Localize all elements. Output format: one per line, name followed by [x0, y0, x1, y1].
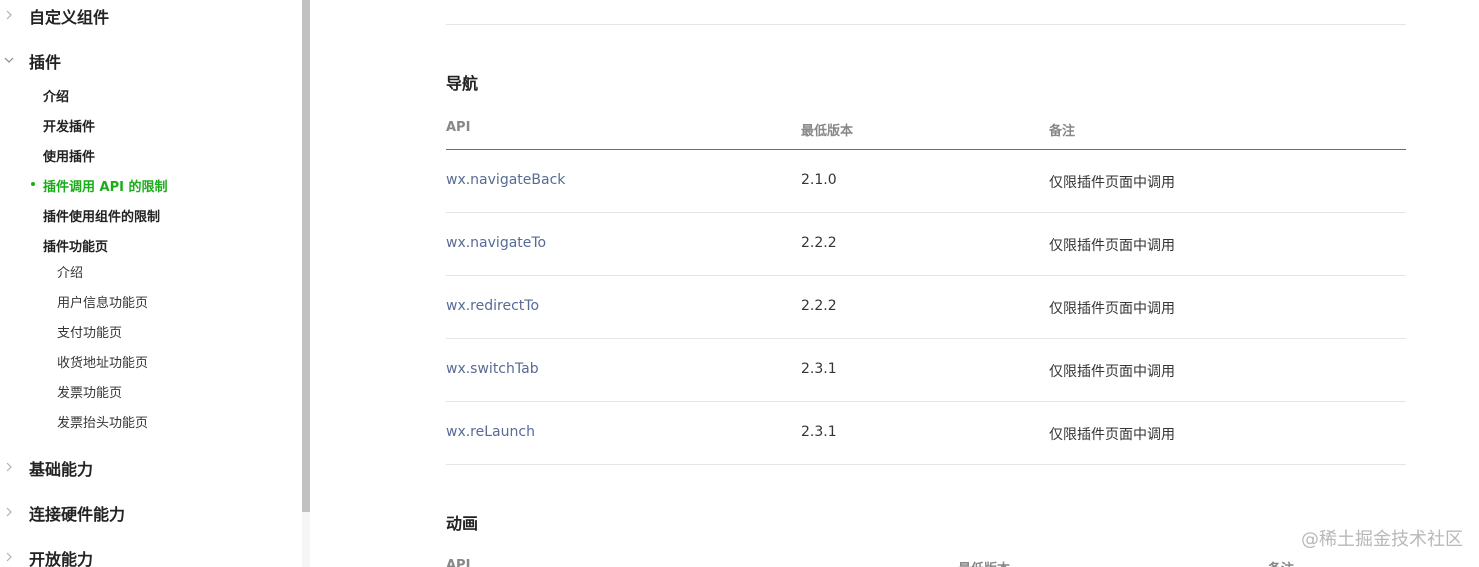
sidebar-item-component-limits[interactable]: 插件使用组件的限制: [43, 206, 160, 225]
sidebar-subitem-payment-page[interactable]: 支付功能页: [57, 322, 122, 341]
chevron-right-icon: [6, 507, 12, 517]
sidebar-subitem-invoice-title-page[interactable]: 发票抬头功能页: [57, 412, 148, 431]
table-cell-note: 仅限插件页面中调用: [1049, 175, 1175, 191]
table-cell-note: 仅限插件页面中调用: [1049, 364, 1175, 380]
active-indicator-dot: [31, 182, 35, 186]
table-cell-version: 2.2.2: [801, 235, 837, 251]
table-header-note: 备注: [1268, 558, 1294, 567]
sidebar-subitem-invoice-page[interactable]: 发票功能页: [57, 382, 122, 401]
sidebar-scrollbar-thumb[interactable]: [302, 0, 310, 512]
sidebar-item-intro[interactable]: 介绍: [43, 86, 69, 105]
sidebar-item-feature-pages[interactable]: 插件功能页: [43, 236, 108, 255]
sidebar-subitem-address-page[interactable]: 收货地址功能页: [57, 352, 148, 371]
watermark: @稀土掘金技术社区: [1301, 529, 1463, 550]
table-cell-api[interactable]: wx.switchTab: [446, 361, 539, 377]
table-row-divider: [446, 275, 1406, 276]
sidebar-scrollbar-track[interactable]: [302, 512, 310, 567]
chevron-down-icon: [4, 57, 14, 63]
table-header-note: 备注: [1049, 124, 1076, 139]
table-cell-note: 仅限插件页面中调用: [1049, 238, 1175, 254]
table-header-api: API: [446, 558, 471, 567]
table-row-divider: [446, 401, 1406, 402]
table-cell-api[interactable]: wx.reLaunch: [446, 424, 535, 440]
divider: [446, 24, 1406, 25]
main-content: 导航 API 最低版本 备注 wx.navigateBack 2.1.0 仅限插…: [310, 0, 1479, 567]
table-cell-api[interactable]: wx.navigateBack: [446, 172, 565, 188]
table-cell-version: 2.2.2: [801, 298, 837, 314]
table-header-divider: [446, 149, 1406, 150]
table-row-divider: [446, 464, 1406, 465]
chevron-right-icon: [6, 462, 12, 472]
sidebar: 自定义组件 插件 介绍 开发插件 使用插件 插件调用 API 的限制 插件使用组…: [0, 0, 302, 567]
table-header-version: 最低版本: [958, 558, 1010, 567]
chevron-right-icon: [6, 552, 12, 562]
sidebar-group-label: 基础能力: [29, 460, 94, 479]
table-cell-note: 仅限插件页面中调用: [1049, 427, 1175, 443]
sidebar-item-develop-plugin[interactable]: 开发插件: [43, 116, 95, 135]
sidebar-group-label: 连接硬件能力: [29, 505, 126, 524]
chevron-right-icon: [6, 10, 12, 20]
table-header-api: API: [446, 120, 471, 135]
section-title-animation: 动画: [446, 514, 479, 533]
table-cell-note: 仅限插件页面中调用: [1049, 301, 1175, 317]
table-cell-version: 2.1.0: [801, 172, 837, 188]
sidebar-group-label: 插件: [29, 53, 62, 72]
table-cell-version: 2.3.1: [801, 361, 837, 377]
sidebar-group-label: 自定义组件: [29, 8, 110, 27]
sidebar-group-label: 开放能力: [29, 550, 94, 567]
table-cell-api[interactable]: wx.navigateTo: [446, 235, 546, 251]
table-cell-api[interactable]: wx.redirectTo: [446, 298, 539, 314]
table-row-divider: [446, 338, 1406, 339]
section-title-navigation: 导航: [446, 74, 479, 93]
table-cell-version: 2.3.1: [801, 424, 837, 440]
sidebar-subitem-user-info-page[interactable]: 用户信息功能页: [57, 292, 148, 311]
table-row-divider: [446, 212, 1406, 213]
sidebar-item-api-limits[interactable]: 插件调用 API 的限制: [43, 176, 167, 195]
sidebar-subitem-intro[interactable]: 介绍: [57, 262, 83, 281]
sidebar-item-use-plugin[interactable]: 使用插件: [43, 146, 95, 165]
table-header-version: 最低版本: [801, 124, 854, 139]
